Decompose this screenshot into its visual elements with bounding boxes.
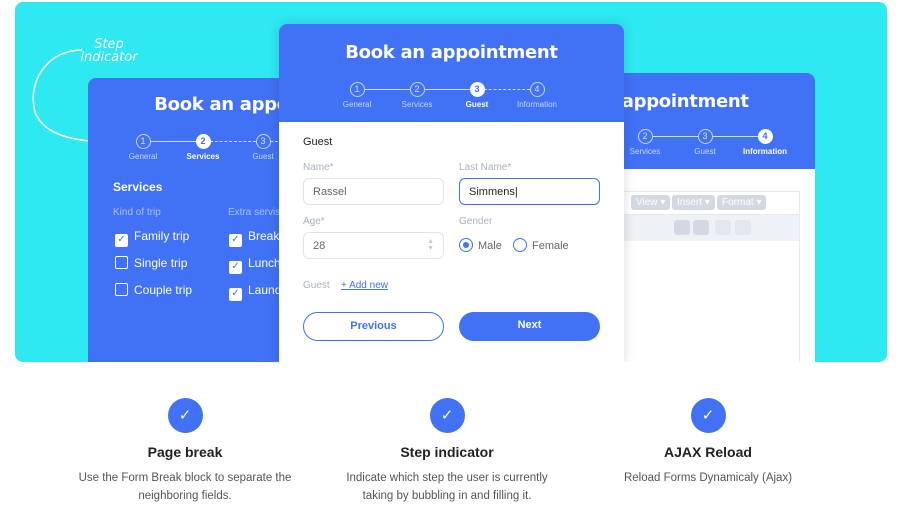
feature-title: AJAX Reload	[664, 444, 752, 460]
checkbox-couple-trip[interactable]: Couple trip	[115, 283, 192, 297]
feature-step-indicator: ✓ Step indicator Indicate which step the…	[317, 398, 577, 505]
feature-desc: Indicate which step the user is currentl…	[346, 472, 548, 502]
checkbox-single-trip[interactable]: Single trip	[115, 256, 187, 270]
step-information[interactable]: 4Information	[507, 82, 567, 109]
add-new-link[interactable]: + Add new	[341, 280, 388, 291]
feature-ajax-reload: ✓ AJAX Reload Reload Forms Dynamicaly (A…	[578, 398, 838, 487]
step-indicator: 1General 2Services 3Guest 4Information	[279, 82, 624, 112]
step-services[interactable]: 2 Services	[173, 134, 233, 161]
step-services[interactable]: 2 Services	[615, 129, 675, 156]
age-input[interactable]: 28 ▲ ▼	[303, 232, 444, 259]
redo-icon[interactable]	[735, 220, 751, 235]
menu-view[interactable]: View ▾	[631, 195, 671, 210]
guest-label: Guest	[303, 280, 330, 291]
step-general[interactable]: 1General	[113, 134, 173, 161]
stepper-icon[interactable]: ▲ ▼	[427, 238, 434, 252]
form-title: Book an appointment	[345, 42, 558, 63]
feature-desc: Use the Form Break block to separate the…	[78, 472, 292, 502]
menu-format[interactable]: Format ▾	[717, 195, 767, 210]
step-information[interactable]: 4Information	[735, 129, 795, 156]
radio-female[interactable]: Female	[513, 238, 569, 252]
extra-label: Extra servis	[228, 207, 281, 218]
step-general[interactable]: 1General	[327, 82, 387, 109]
step-services[interactable]: 2 Services	[387, 82, 447, 109]
hero-panel: Step indicator Book an appointment 1 Gene…	[15, 2, 887, 362]
feature-page-break: ✓ Page break Use the Form Break block to…	[55, 398, 315, 505]
next-button[interactable]: Next	[459, 312, 600, 341]
link-icon[interactable]	[674, 220, 690, 235]
check-icon: ✓	[429, 398, 465, 433]
step-guest[interactable]: 3 Guest	[675, 129, 735, 156]
age-label: Age*	[303, 216, 325, 227]
last-name-label: Last Name*	[459, 162, 512, 173]
previous-button[interactable]: Previous	[303, 312, 444, 341]
section-title: Guest	[303, 136, 333, 148]
name-input[interactable]: Rassel	[303, 178, 444, 205]
unlink-icon[interactable]	[693, 220, 709, 235]
feature-title: Step indicator	[400, 444, 494, 460]
gender-label: Gender	[459, 216, 493, 227]
checkbox-family-trip[interactable]: ✓ Family trip	[115, 229, 189, 247]
name-label: Name*	[303, 162, 334, 173]
check-icon: ✓	[690, 398, 726, 433]
step-guest[interactable]: 3 Guest	[447, 82, 507, 109]
feature-title: Page break	[147, 444, 223, 460]
last-name-input[interactable]: Simmens|	[459, 178, 600, 205]
check-icon: ✓	[167, 398, 203, 433]
section-title: Services	[113, 180, 163, 194]
undo-icon[interactable]	[715, 220, 731, 235]
guest-step-card: Book an appointment 1 General 2 Services 3…	[279, 24, 624, 362]
checkbox-lunch[interactable]: ✓ Lunch	[229, 256, 281, 274]
radio-male[interactable]: Male	[459, 238, 502, 252]
kind-label: Kind of trip	[113, 207, 161, 218]
menu-insert[interactable]: Insert ▾	[672, 195, 715, 210]
feature-desc: Reload Forms Dynamicaly (Ajax)	[623, 472, 793, 484]
